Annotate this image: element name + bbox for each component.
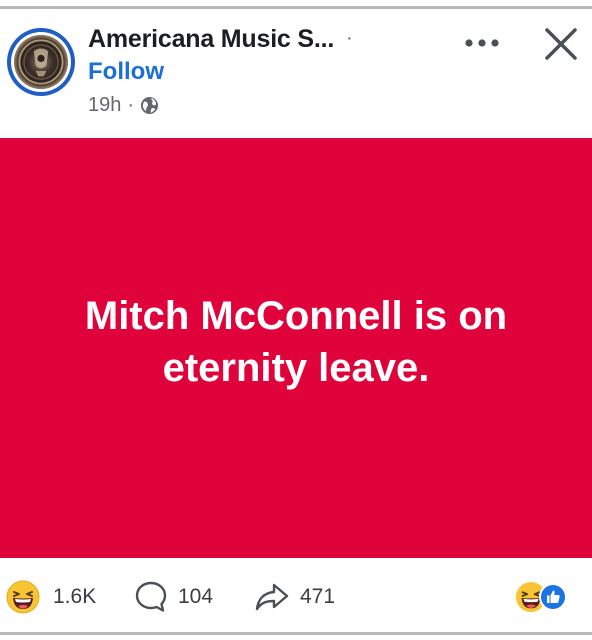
comment-count: 104 <box>178 585 214 608</box>
avatar-frame <box>11 32 71 92</box>
globe-icon <box>140 96 159 115</box>
post-timestamp[interactable]: 19h <box>88 94 121 117</box>
post-body-text: Mitch McConnell is on eternity leave. <box>84 294 508 390</box>
post-text-card[interactable]: Mitch McConnell is on eternity leave. <box>0 138 592 558</box>
reaction-summary[interactable] <box>515 581 575 613</box>
close-icon <box>545 28 577 60</box>
engagement-bar: 1.6K 104 471 <box>0 568 592 624</box>
name-separator: · <box>346 27 353 49</box>
like-reaction-icon <box>539 583 567 611</box>
laugh-reaction-icon <box>6 580 40 614</box>
follow-button[interactable]: Follow <box>88 58 164 86</box>
reaction-button[interactable]: 1.6K <box>6 580 96 614</box>
post-meta: 19h · <box>88 94 159 117</box>
comment-icon <box>135 581 167 612</box>
reaction-count[interactable]: 1.6K <box>53 585 96 609</box>
avatar-image <box>14 35 68 89</box>
share-count: 471 <box>300 585 336 608</box>
page-name[interactable]: Americana Music S... <box>88 25 334 54</box>
more-options-button[interactable] <box>460 30 504 56</box>
page-avatar[interactable] <box>7 28 75 96</box>
share-icon <box>255 583 289 611</box>
share-button[interactable]: 471 <box>254 580 335 614</box>
more-horizontal-icon <box>465 39 499 47</box>
comment-button[interactable]: 104 <box>134 580 213 614</box>
meta-separator: · <box>127 94 135 116</box>
close-button[interactable] <box>540 24 582 64</box>
bottom-divider <box>0 632 592 635</box>
top-divider <box>0 6 592 9</box>
